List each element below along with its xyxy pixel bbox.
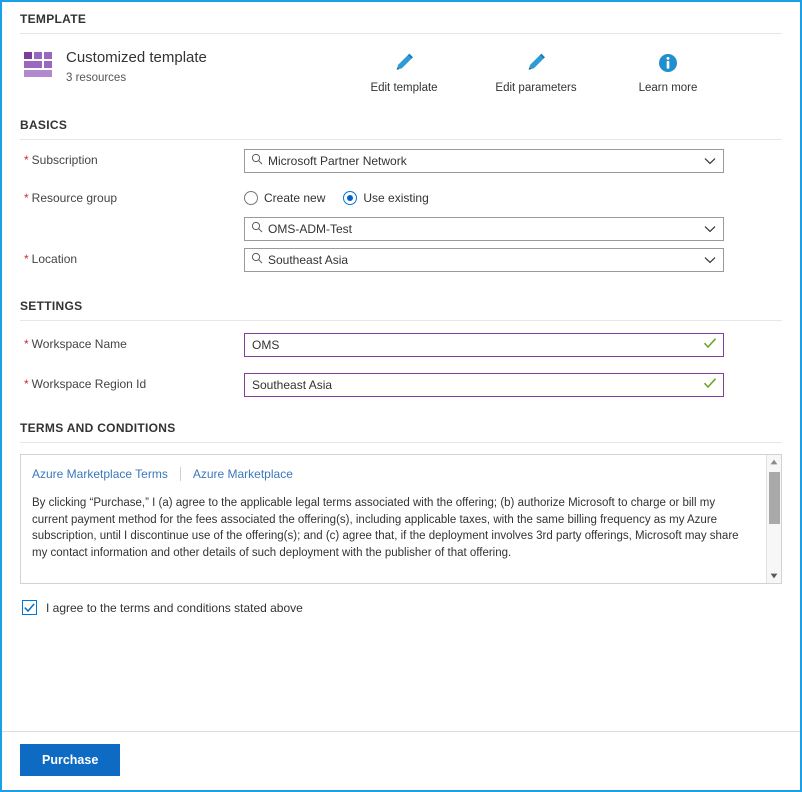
edit-template-label: Edit template <box>370 82 438 94</box>
create-deployment-blade: TEMPLATE Customized template 3 resources <box>0 0 802 792</box>
chevron-down-icon <box>704 251 716 269</box>
checkmark-icon <box>703 336 717 354</box>
search-icon <box>251 251 263 269</box>
workspace-region-input[interactable]: Southeast Asia <box>244 373 724 397</box>
subscription-label: * Subscription <box>20 149 244 167</box>
resource-group-label: * Resource group <box>20 187 244 205</box>
pencil-icon <box>488 50 584 76</box>
terms-legal-text: By clicking “Purchase,” I (a) agree to t… <box>32 497 739 559</box>
learn-more-button[interactable]: Learn more <box>620 50 716 94</box>
purchase-button[interactable]: Purchase <box>20 744 121 776</box>
template-grid-icon <box>24 52 54 80</box>
agree-label: I agree to the terms and conditions stat… <box>46 600 303 615</box>
workspace-name-input[interactable]: OMS <box>244 333 724 357</box>
workspace-region-value: Southeast Asia <box>252 378 333 392</box>
field-row-resource-group: *Resource group Create new Use existing <box>20 180 782 241</box>
section-divider-basics <box>20 139 782 140</box>
section-divider-template <box>20 33 782 34</box>
required-asterisk: * <box>24 153 29 167</box>
template-text: Customized template 3 resources <box>66 48 207 84</box>
field-row-workspace-region: * Workspace Region Id Southeast Asia <box>20 361 782 399</box>
agree-checkbox[interactable] <box>22 600 37 615</box>
edit-parameters-button[interactable]: Edit parameters <box>488 50 584 94</box>
scroll-up-arrow-icon[interactable] <box>767 455 781 469</box>
template-title: Customized template <box>66 49 207 66</box>
field-row-subscription: * Subscription Microsoft Partner Network <box>20 142 782 180</box>
section-header-settings: SETTINGS <box>20 299 83 313</box>
section-header-terms: TERMS AND CONDITIONS <box>20 421 176 435</box>
section-divider-terms <box>20 442 782 443</box>
azure-marketplace-terms-link[interactable]: Azure Marketplace Terms <box>32 467 168 481</box>
resource-group-dropdown[interactable]: OMS-ADM-Test <box>244 217 724 241</box>
resource-group-label-text: Resource group <box>31 191 118 205</box>
radio-selected-icon <box>343 191 358 205</box>
link-divider <box>179 467 181 481</box>
blade-content: TEMPLATE Customized template 3 resources <box>2 2 800 731</box>
subscription-dropdown[interactable]: Microsoft Partner Network <box>244 149 724 173</box>
scrollbar-thumb[interactable] <box>769 472 780 524</box>
section-divider-settings <box>20 320 782 321</box>
workspace-name-value: OMS <box>252 338 280 352</box>
location-dropdown[interactable]: Southeast Asia <box>244 248 724 272</box>
terms-links: Azure Marketplace Terms Azure Marketplac… <box>32 467 752 481</box>
resource-group-field: Create new Use existing OMS-ADM-Test <box>244 187 724 241</box>
field-row-workspace-name: * Workspace Name OMS <box>20 323 782 361</box>
workspace-region-label: * Workspace Region Id <box>20 373 244 391</box>
edit-parameters-label: Edit parameters <box>495 82 577 94</box>
radio-create-new[interactable]: Create new <box>244 191 325 205</box>
workspace-region-field: Southeast Asia <box>244 373 724 397</box>
required-asterisk: * <box>24 191 29 205</box>
required-asterisk: * <box>24 252 29 266</box>
azure-marketplace-link[interactable]: Azure Marketplace <box>193 467 293 481</box>
radio-use-existing[interactable]: Use existing <box>343 191 429 205</box>
required-asterisk: * <box>24 337 29 351</box>
template-resource-count: 3 resources <box>66 72 127 84</box>
subscription-value: Microsoft Partner Network <box>268 154 407 168</box>
radio-circle-icon <box>244 191 258 205</box>
learn-more-label: Learn more <box>638 82 698 94</box>
terms-container: Azure Marketplace Terms Azure Marketplac… <box>20 454 782 584</box>
scroll-down-arrow-icon[interactable] <box>767 569 781 583</box>
resource-group-radio-group: Create new Use existing <box>244 187 724 209</box>
blade-footer: Purchase <box>2 731 800 790</box>
terms-body: Azure Marketplace Terms Azure Marketplac… <box>21 455 766 583</box>
search-icon <box>251 220 263 238</box>
resource-group-value: OMS-ADM-Test <box>268 222 352 236</box>
location-field: Southeast Asia <box>244 248 724 272</box>
edit-template-button[interactable]: Edit template <box>356 50 452 94</box>
section-header-template: TEMPLATE <box>20 12 87 26</box>
info-icon <box>620 50 716 76</box>
workspace-name-label-text: Workspace Name <box>31 337 127 351</box>
field-row-location: * Location Southeast Asia <box>20 241 782 279</box>
workspace-name-label: * Workspace Name <box>20 333 244 351</box>
location-value: Southeast Asia <box>268 253 349 267</box>
workspace-region-label-text: Workspace Region Id <box>31 377 147 391</box>
required-asterisk: * <box>24 377 29 391</box>
workspace-name-field: OMS <box>244 333 724 357</box>
chevron-down-icon <box>704 220 716 238</box>
radio-create-new-label: Create new <box>264 191 326 205</box>
section-header-basics: BASICS <box>20 118 68 132</box>
pencil-icon <box>356 50 452 76</box>
radio-use-existing-label: Use existing <box>363 191 429 205</box>
chevron-down-icon <box>704 152 716 170</box>
terms-scrollbar[interactable] <box>766 455 781 583</box>
checkmark-icon <box>703 376 717 394</box>
agree-checkbox-row[interactable]: I agree to the terms and conditions stat… <box>20 600 782 615</box>
template-actions: Edit template Edit parameters Learn more <box>356 48 782 94</box>
location-label: * Location <box>20 248 244 266</box>
subscription-field: Microsoft Partner Network <box>244 149 724 173</box>
location-label-text: Location <box>31 252 78 266</box>
template-summary-card: Customized template 3 resources Edit tem… <box>20 36 782 108</box>
subscription-label-text: Subscription <box>31 153 98 167</box>
search-icon <box>251 152 263 170</box>
